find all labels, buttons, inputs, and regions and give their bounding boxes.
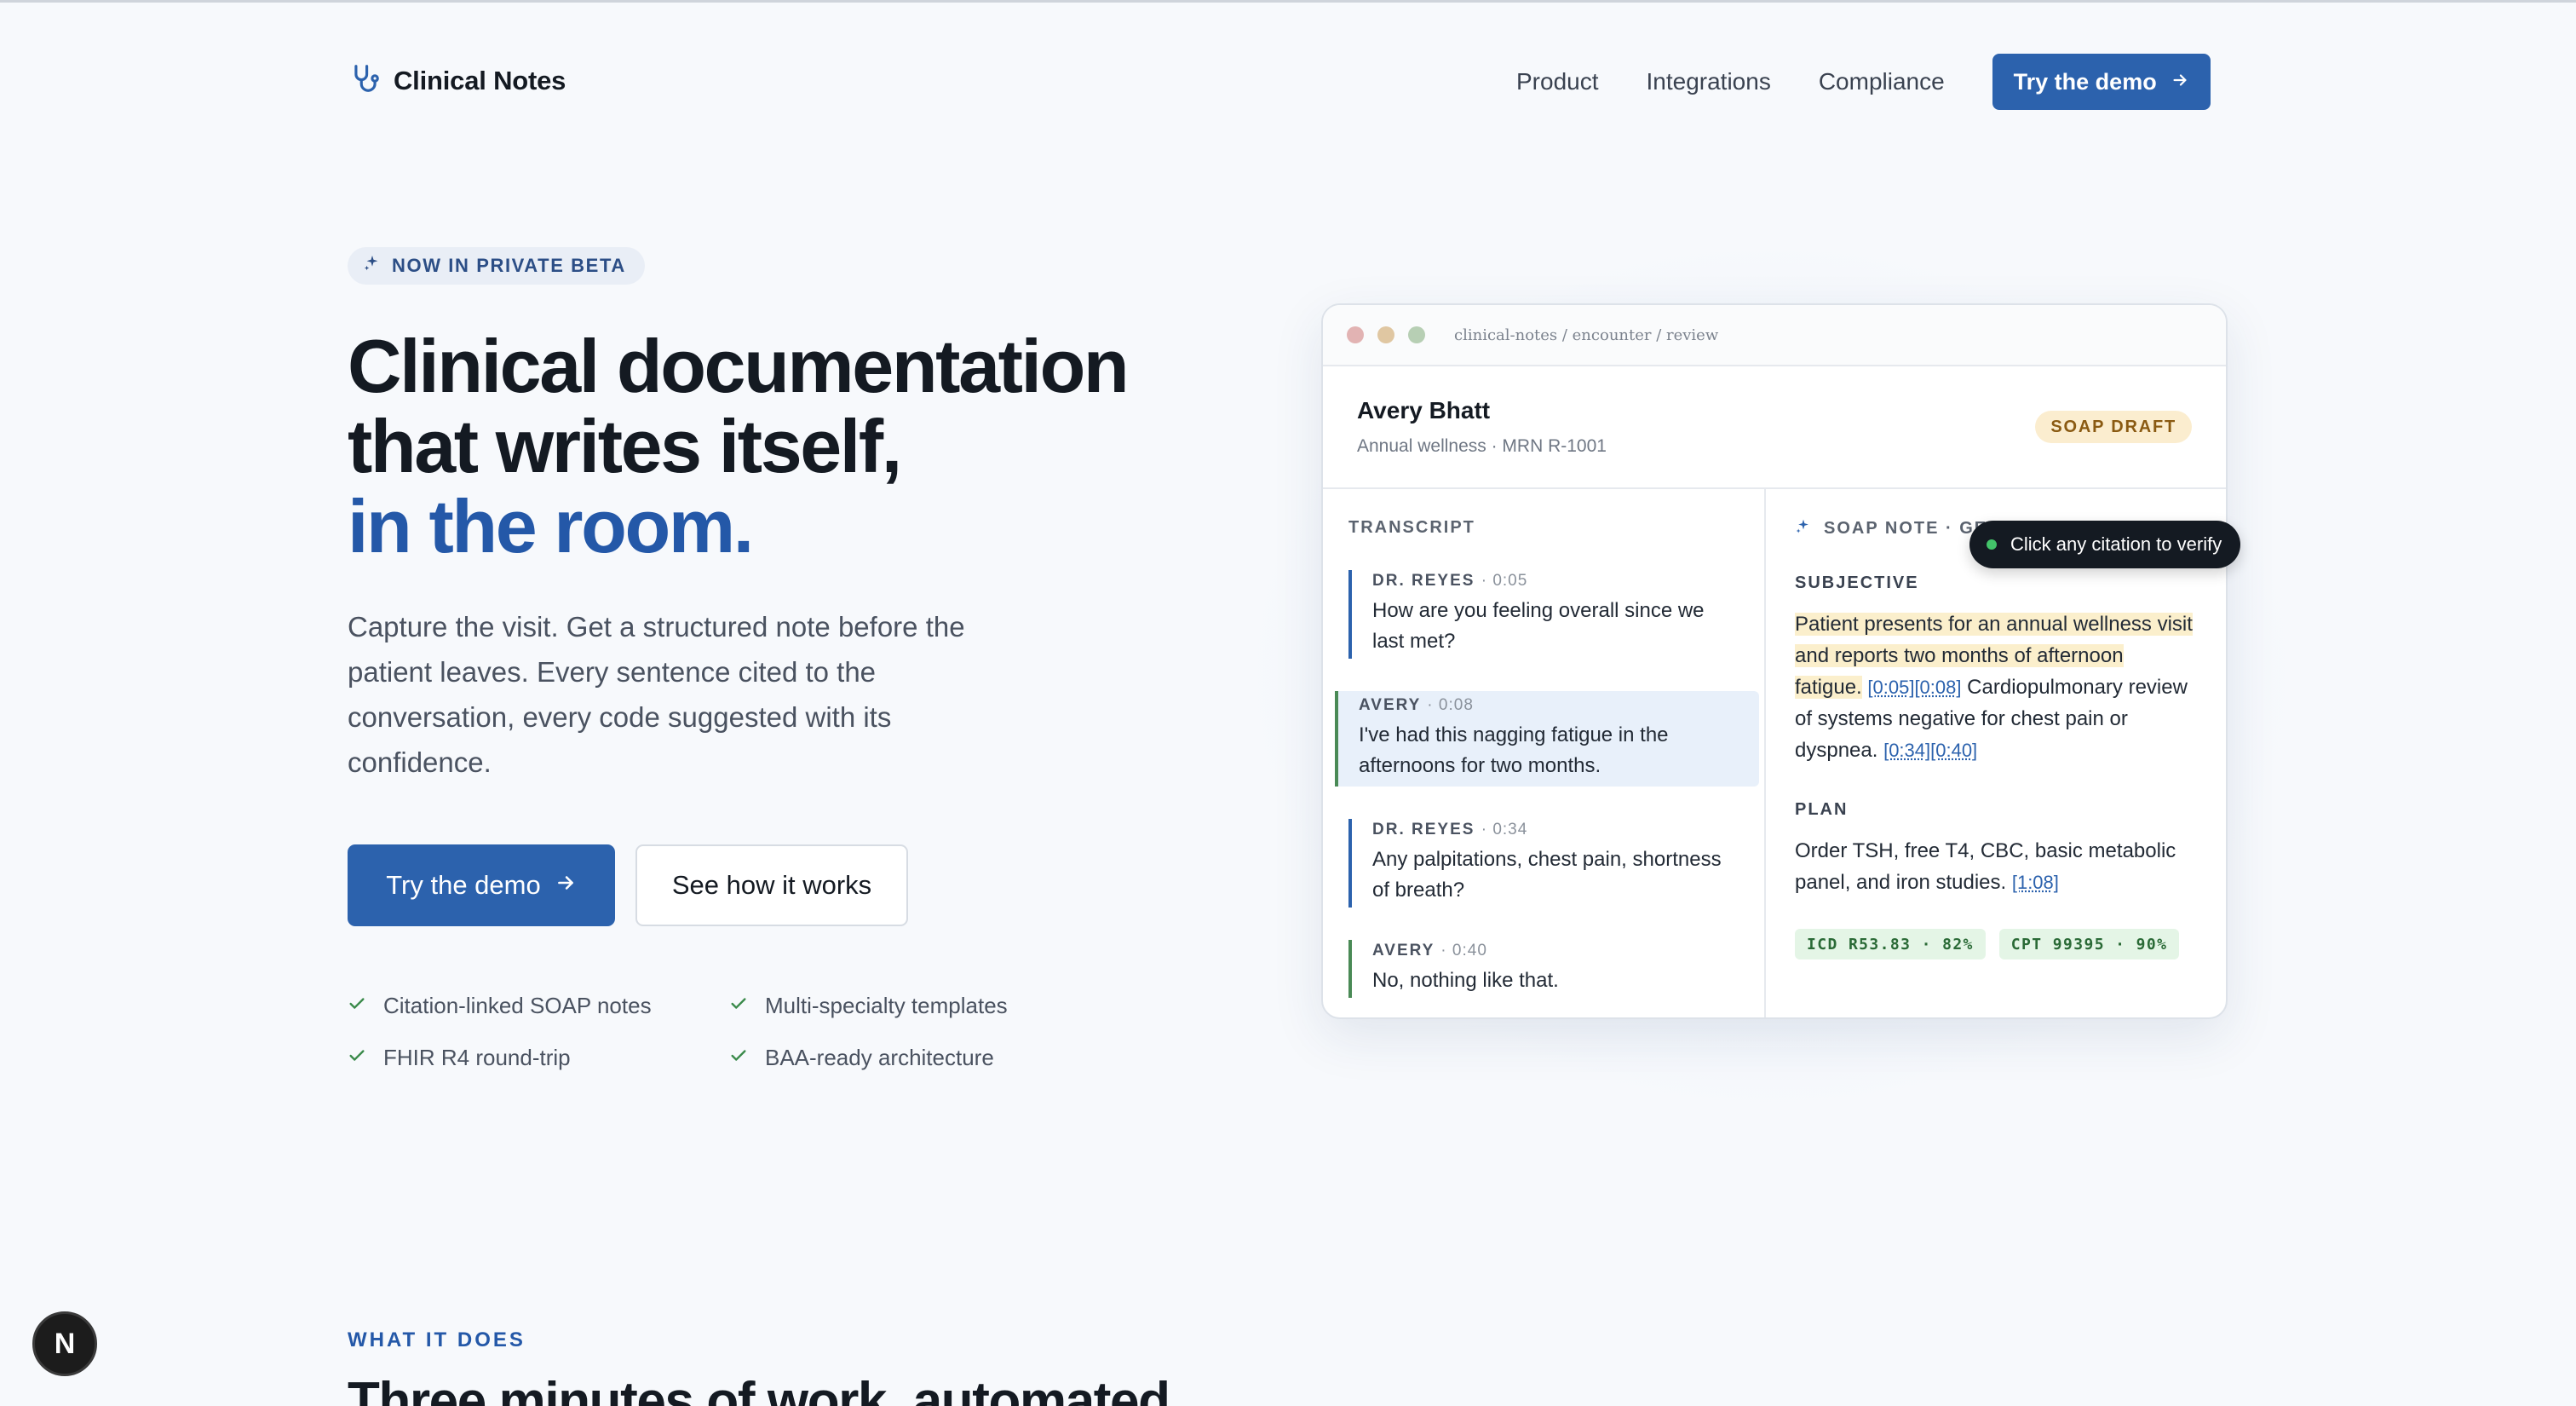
transcript-item[interactable]: DR. REYES · 0:05 How are you feeling ove… (1348, 570, 1740, 659)
hero-try-demo-label: Try the demo (386, 870, 540, 901)
nav-try-demo-button[interactable]: Try the demo (1992, 54, 2211, 110)
feature-item: Multi-specialty templates (729, 993, 1070, 1019)
transcript-item-active[interactable]: AVERY · 0:08 I've had this nagging fatig… (1335, 691, 1759, 787)
feature-label: BAA-ready architecture (765, 1045, 994, 1071)
soap-note-panel: SOAP NOTE · GE SUBJECTIVE Patient presen… (1766, 489, 2226, 1019)
brand-name: Clinical Notes (394, 66, 566, 96)
check-icon (348, 1045, 366, 1071)
hero-title-line1: Clinical documentation (348, 324, 1127, 408)
feature-label: FHIR R4 round-trip (383, 1045, 571, 1071)
section-heading: Three minutes of work, automated (348, 1371, 1170, 1406)
hero-try-demo-button[interactable]: Try the demo (348, 844, 615, 926)
window-dot-close (1347, 326, 1364, 343)
tooltip-text: Click any citation to verify (2010, 533, 2222, 556)
timestamp-value: 0:05 (1492, 572, 1527, 590)
plan-body: Order TSH, free T4, CBC, basic metabolic… (1795, 839, 2176, 894)
dev-tools-badge[interactable]: N (32, 1311, 97, 1376)
timestamp-value: 0:08 (1439, 696, 1474, 714)
timestamp-value: 0:34 (1492, 821, 1527, 838)
check-icon (729, 993, 748, 1019)
section-kicker: WHAT IT DOES (348, 1328, 526, 1352)
icd-code-chip[interactable]: ICD R53.83 · 82% (1795, 929, 1986, 959)
feature-list: Citation-linked SOAP notes Multi-special… (348, 993, 1070, 1071)
transcript-label: TRANSCRIPT (1348, 518, 1764, 538)
citation-link[interactable]: [0:34][0:40] (1883, 740, 1977, 761)
plan-text: Order TSH, free T4, CBC, basic metabolic… (1795, 835, 2195, 898)
window-dot-minimize (1377, 326, 1394, 343)
feature-item: Citation-linked SOAP notes (348, 993, 729, 1019)
encounter-columns: TRANSCRIPT DR. REYES · 0:05 How are you … (1323, 489, 2226, 1019)
nav-try-demo-label: Try the demo (2014, 69, 2157, 95)
feature-item: BAA-ready architecture (729, 1045, 1070, 1071)
top-nav: Product Integrations Compliance Try the … (1516, 54, 2211, 110)
status-dot (1987, 539, 1997, 550)
check-icon (729, 1045, 748, 1071)
hero-title-line2: that writes itself, (348, 404, 900, 488)
timestamp: · 0:40 (1440, 942, 1487, 959)
transcript-panel: TRANSCRIPT DR. REYES · 0:05 How are you … (1323, 489, 1766, 1019)
timestamp-value: 0:40 (1452, 942, 1487, 959)
nav-link-compliance[interactable]: Compliance (1819, 68, 1945, 95)
beta-badge-label: NOW IN PRIVATE BETA (392, 255, 626, 277)
plan-label: PLAN (1795, 800, 2195, 820)
transcript-meta: AVERY · 0:40 (1372, 942, 1740, 960)
feature-item: FHIR R4 round-trip (348, 1045, 729, 1071)
beta-badge: NOW IN PRIVATE BETA (348, 247, 645, 285)
speaker: AVERY (1372, 942, 1435, 959)
transcript-text: Any palpitations, chest pain, shortness … (1372, 844, 1740, 906)
soap-note-label: SOAP NOTE · GE (1824, 519, 1987, 539)
timestamp: · 0:34 (1481, 821, 1528, 838)
hero-subtitle: Capture the visit. Get a structured note… (348, 604, 1029, 785)
transcript-meta: DR. REYES · 0:05 (1372, 572, 1740, 591)
window-dot-maximize (1408, 326, 1425, 343)
encounter-preview-card: clinical-notes / encounter / review Aver… (1321, 303, 2228, 1019)
speaker: AVERY (1359, 696, 1421, 714)
hero-title-accent: in the room. (348, 484, 752, 568)
arrow-right-icon (2171, 69, 2189, 95)
speaker: DR. REYES (1372, 572, 1475, 590)
sparkle-icon (363, 254, 382, 278)
transcript-text: How are you feeling overall since we las… (1372, 596, 1740, 657)
transcript-text: I've had this nagging fatigue in the aft… (1359, 720, 1742, 781)
transcript-text: No, nothing like that. (1372, 965, 1740, 996)
status-badge: SOAP DRAFT (2035, 411, 2192, 443)
breadcrumb: clinical-notes / encounter / review (1454, 326, 1718, 344)
cpt-code-chip[interactable]: CPT 99395 · 90% (1999, 929, 2180, 959)
subjective-label: SUBJECTIVE (1795, 573, 2195, 593)
citation-tooltip: Click any citation to verify (1969, 521, 2240, 568)
timestamp: · 0:08 (1427, 696, 1474, 714)
feature-label: Citation-linked SOAP notes (383, 993, 652, 1019)
subjective-text: Patient presents for an annual wellness … (1795, 608, 2195, 766)
nav-link-product[interactable]: Product (1516, 68, 1599, 95)
sparkle-icon (1795, 518, 1812, 539)
speaker: DR. REYES (1372, 821, 1475, 838)
transcript-item[interactable]: AVERY · 0:40 No, nothing like that. (1348, 940, 1740, 998)
citation-link[interactable]: [0:05][0:08] (1867, 677, 1961, 698)
brand-logo[interactable]: Clinical Notes (349, 62, 566, 99)
arrow-right-icon (555, 870, 577, 901)
transcript-meta: AVERY · 0:08 (1359, 696, 1742, 715)
hero-cta-row: Try the demo See how it works (348, 844, 908, 926)
stethoscope-icon (349, 62, 382, 99)
check-icon (348, 993, 366, 1019)
window-chrome: clinical-notes / encounter / review (1323, 305, 2226, 366)
patient-header: Avery Bhatt Annual wellness · MRN R-1001… (1323, 366, 2226, 489)
timestamp: · 0:05 (1481, 572, 1528, 590)
hero-title: Clinical documentation that writes itsel… (348, 326, 1199, 567)
feature-label: Multi-specialty templates (765, 993, 1008, 1019)
see-how-it-works-button[interactable]: See how it works (635, 844, 908, 926)
citation-link[interactable]: [1:08] (2012, 872, 2059, 893)
nav-link-integrations[interactable]: Integrations (1647, 68, 1771, 95)
code-suggestions: ICD R53.83 · 82% CPT 99395 · 90% (1795, 929, 2195, 959)
transcript-item[interactable]: DR. REYES · 0:34 Any palpitations, chest… (1348, 819, 1740, 908)
transcript-meta: DR. REYES · 0:34 (1372, 821, 1740, 839)
